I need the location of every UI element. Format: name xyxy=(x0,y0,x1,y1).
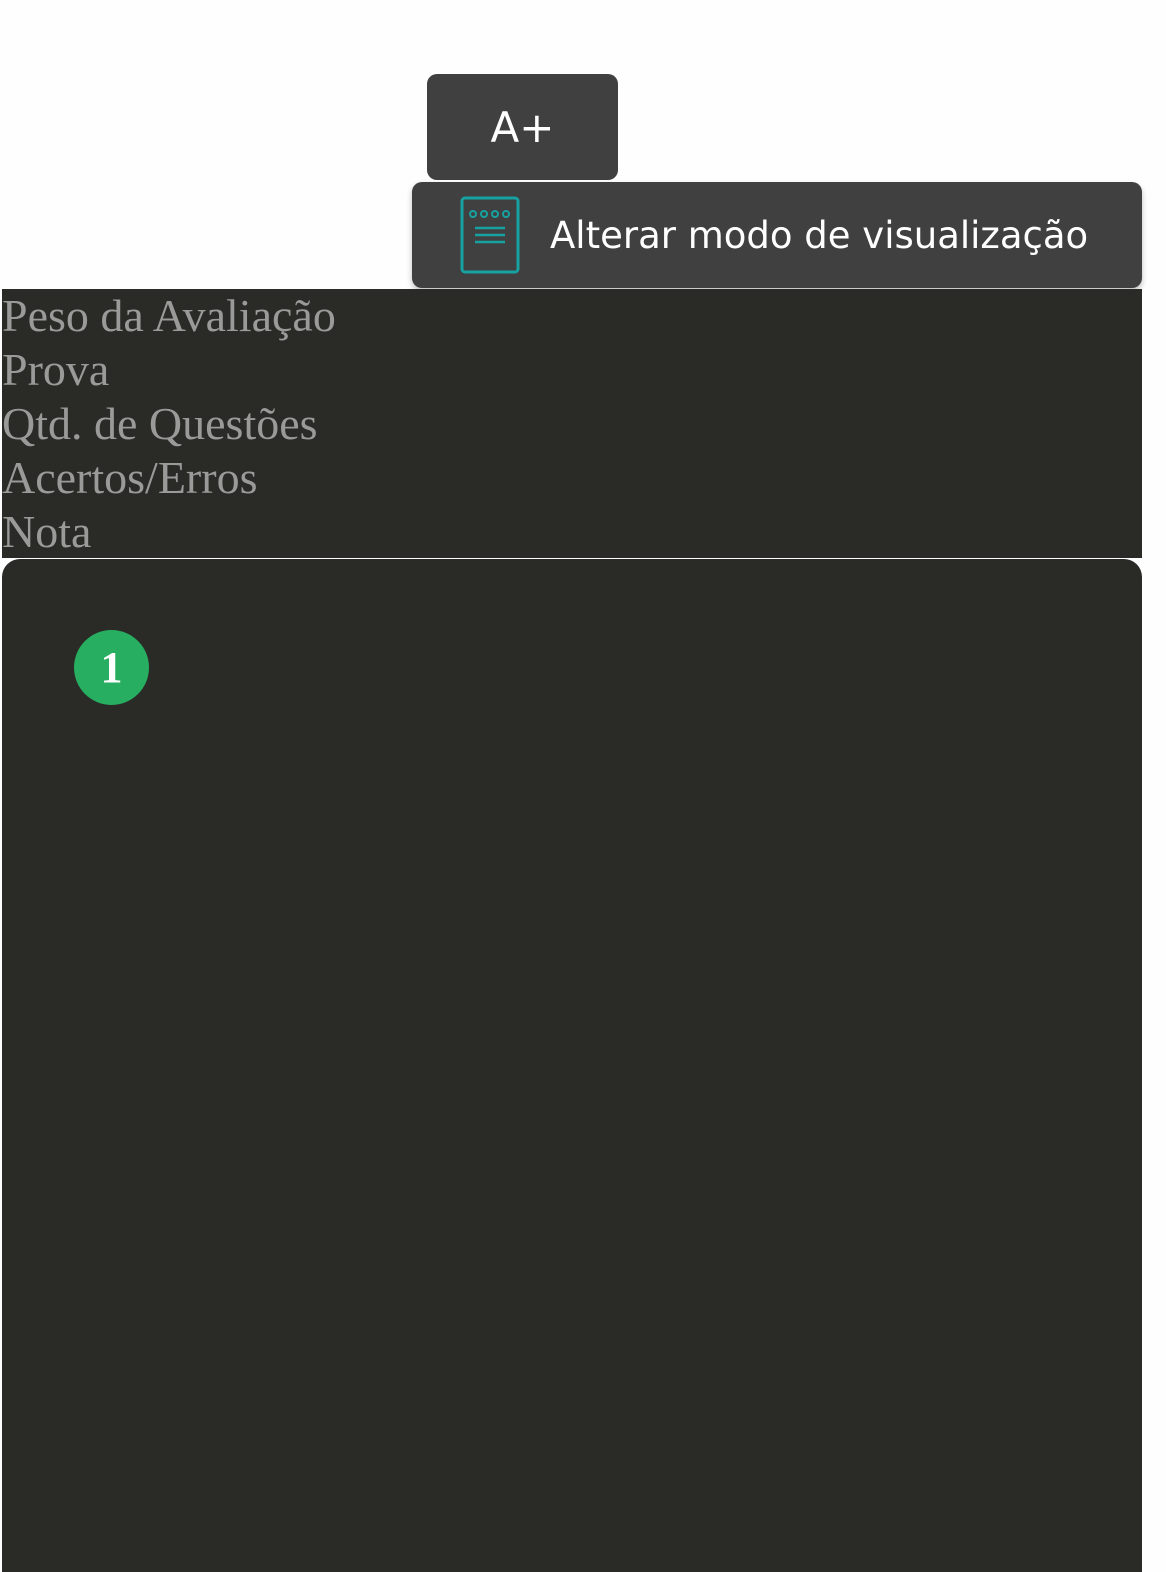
info-row-question-count: Qtd. de Questões xyxy=(2,398,318,449)
font-increase-button[interactable]: A+ xyxy=(427,74,618,180)
document-icon xyxy=(460,196,520,274)
evaluation-info-panel: Peso da Avaliação Prova Qtd. de Questões… xyxy=(2,289,1142,558)
question-number-badge[interactable]: 1 xyxy=(74,630,149,705)
info-row-weight: Peso da Avaliação xyxy=(2,290,336,341)
info-row-grade: Nota xyxy=(2,506,92,557)
view-mode-menu-item[interactable]: Alterar modo de visualização xyxy=(412,182,1142,288)
info-row-hits-errors: Acertos/Erros xyxy=(2,452,258,503)
question-panel: 1 xyxy=(2,559,1142,1572)
view-mode-label: Alterar modo de visualização xyxy=(550,213,1089,257)
info-row-exam: Prova xyxy=(2,344,110,395)
